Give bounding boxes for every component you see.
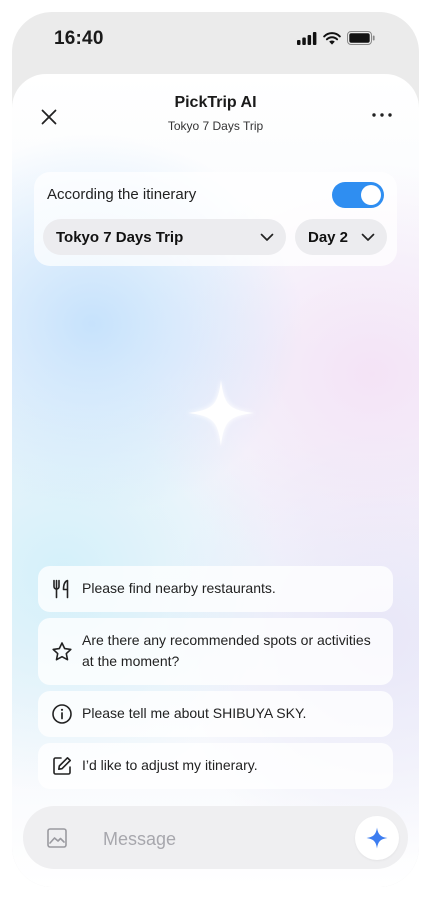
status-time: 16:40 — [54, 28, 104, 49]
chevron-down-icon — [260, 233, 274, 241]
chevron-down-icon — [361, 233, 375, 241]
ai-send-button[interactable] — [355, 816, 399, 860]
more-icon — [372, 113, 392, 117]
message-composer — [23, 806, 408, 869]
chat-sheet: PickTrip AI Tokyo 7 Days Trip According … — [12, 74, 419, 887]
sparkle-icon — [186, 378, 256, 448]
sparkle-icon — [366, 827, 388, 849]
phone-frame: 16:40 PickTrip AI Tokyo 7 Days Trip Acco… — [12, 12, 419, 887]
attach-image-button[interactable] — [45, 826, 69, 850]
itinerary-toggle-label: According the itinerary — [47, 186, 197, 203]
battery-icon — [347, 31, 375, 45]
suggestion-text: I’d like to adjust my itinerary. — [82, 757, 258, 773]
image-icon — [47, 828, 67, 848]
more-button[interactable] — [369, 104, 395, 126]
edit-icon — [53, 757, 71, 775]
signal-icon — [297, 31, 317, 45]
suggestion-adjust-itinerary[interactable]: I’d like to adjust my itinerary. — [38, 743, 393, 789]
status-icons — [297, 31, 375, 45]
trip-select[interactable]: Tokyo 7 Days Trip — [43, 219, 286, 255]
toggle-knob — [361, 185, 381, 205]
suggestion-recommended-spots[interactable]: Are there any recommended spots or activ… — [38, 618, 393, 685]
suggestion-text: Are there any recommended spots or activ… — [82, 632, 371, 669]
star-icon — [52, 642, 72, 661]
page-title: PickTrip AI — [174, 94, 257, 111]
fork-knife-icon — [53, 579, 69, 599]
trip-select-value: Tokyo 7 Days Trip — [56, 228, 184, 246]
suggestion-text: Please find nearby restaurants. — [82, 580, 276, 596]
itinerary-toggle[interactable] — [332, 182, 384, 208]
suggestion-restaurants[interactable]: Please find nearby restaurants. — [38, 566, 393, 612]
info-icon — [52, 704, 72, 724]
day-select[interactable]: Day 2 — [295, 219, 387, 255]
suggestion-text: Please tell me about SHIBUYA SKY. — [82, 705, 307, 721]
message-input[interactable] — [101, 824, 325, 854]
suggestion-shibuya-sky[interactable]: Please tell me about SHIBUYA SKY. — [38, 691, 393, 737]
itinerary-card: According the itinerary Tokyo 7 Days Tri… — [34, 172, 397, 266]
page-subtitle: Tokyo 7 Days Trip — [167, 119, 264, 133]
day-select-value: Day 2 — [308, 228, 349, 246]
wifi-icon — [323, 31, 341, 45]
status-bar: 16:40 — [12, 12, 419, 74]
